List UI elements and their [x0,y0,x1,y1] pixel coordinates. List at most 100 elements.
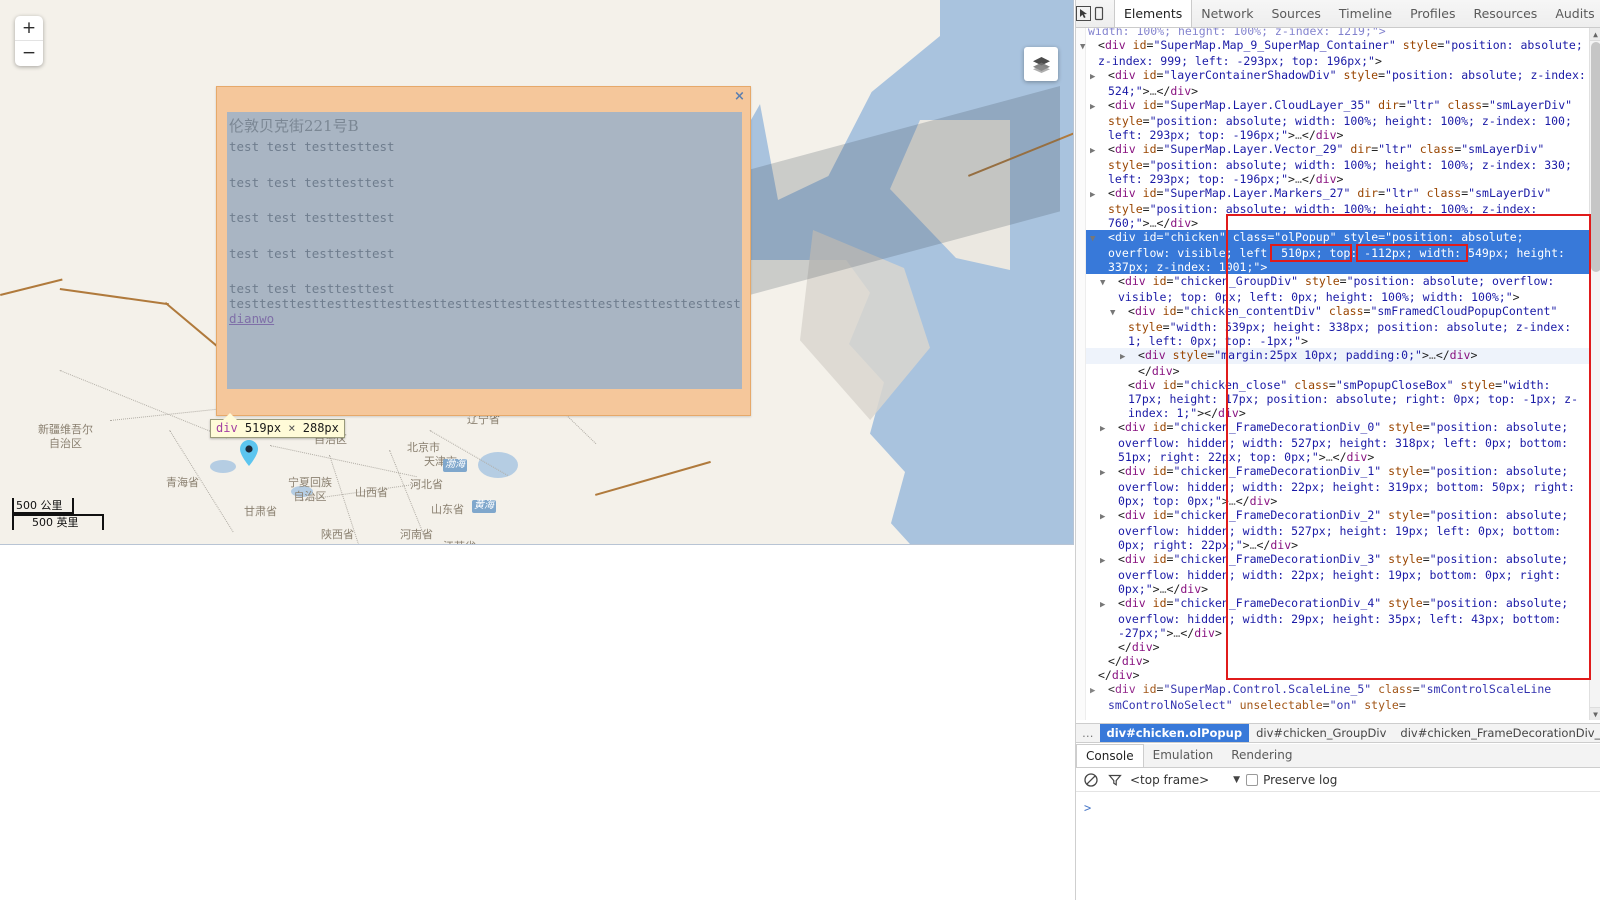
frame-selector-value: <top frame> [1130,772,1210,787]
zoom-in-button[interactable]: + [15,16,43,41]
dom-tree-rows[interactable]: width: 100%; height: 100%; z-index: 1219… [1080,28,1589,712]
inspect-element-icon[interactable] [1076,1,1091,27]
scroll-up-arrow[interactable]: ▲ [1590,28,1600,41]
expand-triangle-closed-icon[interactable]: ▶ [1090,70,1108,84]
devtools-tab-sources[interactable]: Sources [1262,0,1329,27]
drawer-tab-emulation[interactable]: Emulation [1144,744,1223,767]
dom-tree-scrollbar[interactable]: ▲ ▼ [1589,28,1600,720]
filter-icon[interactable] [1106,771,1124,789]
map-popup[interactable]: × 伦敦贝克街221号B test test testtesttest test … [216,86,751,416]
expand-triangle-closed-icon[interactable]: ▶ [1090,144,1108,158]
map-canvas[interactable]: 新疆维吾尔自治区青海省甘肃省宁夏回族自治区陕西省 山西省河南省 河北省山东省江苏省 北… [0,0,1073,544]
dom-token-attr: style [1388,552,1423,566]
dom-token-ellip: … [1149,216,1157,230]
close-icon[interactable]: × [731,88,748,105]
dom-tree-node[interactable]: </div> [1086,668,1589,682]
expand-triangle-closed-icon[interactable]: ▶ [1100,554,1118,568]
console-prompt[interactable]: > [1084,801,1091,815]
breadcrumb-item[interactable]: … [1076,724,1100,742]
dom-token-punc: = [1422,464,1430,478]
dom-token-val: "ltr" [1378,142,1413,156]
devtools-tab-profiles[interactable]: Profiles [1401,0,1464,27]
frame-selector[interactable]: <top frame> ▼ [1130,773,1240,787]
expand-triangle-open-icon[interactable]: ▼ [1090,232,1108,246]
dom-token-punc: </ [1180,626,1195,640]
dom-tree-node[interactable]: ▶ <div id="chicken_FrameDecorationDiv_1" … [1086,464,1589,508]
scrollbar-thumb[interactable] [1591,42,1600,272]
dom-tree-node[interactable]: ▶ <div id="chicken_FrameDecorationDiv_2" … [1086,508,1589,552]
expand-triangle-open-icon[interactable]: ▼ [1080,40,1098,54]
dom-tree-node[interactable]: ▶ <div style="margin:25px 10px; padding:0… [1086,348,1589,364]
expand-triangle-closed-icon[interactable]: ▶ [1100,510,1118,524]
expand-triangle-closed-icon[interactable]: ▶ [1090,100,1108,114]
dom-tree-node[interactable]: ▶ <div id="chicken_FrameDecorationDiv_0" … [1086,420,1589,464]
dom-token-tag: div [1124,596,1146,610]
dom-token-attr: style [1343,68,1379,82]
dom-token-attr: dir [1350,142,1372,156]
breadcrumb-item[interactable]: div#chicken_GroupDiv [1249,724,1393,742]
expand-triangle-open-icon[interactable]: ▼ [1100,276,1118,290]
map-pin-icon[interactable] [240,440,258,466]
dom-token-attr: style [1305,274,1340,288]
dom-token-punc: > [1260,260,1268,274]
dom-tree-node-selected[interactable]: ▼ <div id="chicken" class="olPopup" style… [1086,230,1589,274]
dom-tree-node[interactable]: ▼ <div id="SuperMap.Map_9_SuperMap_Contai… [1080,38,1589,68]
dom-token-val: "SuperMap.Layer.CloudLayer_35" [1163,98,1372,112]
dom-token-val: "chicken_close" [1183,378,1288,392]
dom-tree-node[interactable]: </div> [1086,654,1589,668]
devtools-tab-network[interactable]: Network [1192,0,1262,27]
preserve-log-toggle[interactable]: Preserve log [1246,773,1337,787]
scroll-down-arrow[interactable]: ▼ [1590,707,1600,720]
expand-triangle-closed-icon[interactable]: ▶ [1120,350,1138,364]
devtools-tab-audits[interactable]: Audits [1546,0,1600,27]
devtools-tab-timeline[interactable]: Timeline [1330,0,1401,27]
dom-tree-node[interactable]: </div> [1086,640,1589,654]
drawer-tab-bar[interactable]: Console Emulation Rendering [1076,744,1600,768]
chevron-down-icon: ▼ [1233,774,1241,785]
dom-tree-node[interactable]: ▶ <div id="SuperMap.Control.ScaleLine_5" … [1086,682,1589,712]
map-label: 甘肃省 [244,505,277,518]
dom-tree-node[interactable]: ▶ <div id="layerContainerShadowDiv" style… [1086,68,1589,98]
preserve-log-checkbox[interactable] [1246,773,1259,786]
dom-tree-node[interactable]: ▶ <div id="SuperMap.Layer.CloudLayer_35" … [1086,98,1589,142]
map-viewport[interactable]: 新疆维吾尔自治区青海省甘肃省宁夏回族自治区陕西省 山西省河南省 河北省山东省江苏省 北… [0,0,1074,545]
drawer-tab-console[interactable]: Console [1076,744,1144,767]
dom-tree-node[interactable]: ▼ <div id="chicken_GroupDiv" style="posit… [1086,274,1589,304]
dom-token-ellip: … [1294,128,1302,142]
dom-token-attr: id [1152,508,1167,522]
dom-token-tag: div [1111,668,1133,682]
dom-tree-node[interactable]: ▶ <div id="chicken_FrameDecorationDiv_4" … [1086,596,1589,640]
dom-tree-node[interactable]: </div> [1086,364,1589,378]
drawer-tab-rendering[interactable]: Rendering [1222,744,1301,767]
expand-triangle-closed-icon[interactable]: ▶ [1100,466,1118,480]
clear-console-icon[interactable] [1082,771,1100,789]
dom-tree-node[interactable]: ▼ <div id="chicken_contentDiv" class="smF… [1086,304,1589,348]
dom-token-punc: </ [1156,216,1171,230]
dom-tree-node[interactable]: ▶ <div id="SuperMap.Layer.Markers_27" dir… [1086,186,1589,230]
dom-tree-node[interactable]: ▶ <div id="chicken_FrameDecorationDiv_3" … [1086,552,1589,596]
dom-tree-node[interactable]: <div id="chicken_close" class="smPopupCl… [1086,378,1589,420]
device-toolbar-icon[interactable] [1091,1,1106,27]
zoom-out-button[interactable]: − [15,41,43,66]
expand-triangle-closed-icon[interactable]: ▶ [1090,684,1108,698]
expand-triangle-open-icon[interactable]: ▼ [1110,306,1128,320]
map-popup-line: test test testtesttest [229,174,395,190]
dom-tree-panel[interactable]: width: 100%; height: 100%; z-index: 1219… [1076,28,1600,720]
dom-tree-node[interactable]: ▶ <div id="SuperMap.Layer.Vector_29" dir=… [1086,142,1589,186]
expand-triangle-closed-icon[interactable]: ▶ [1100,598,1118,612]
devtools-tab-resources[interactable]: Resources [1464,0,1546,27]
dom-token-attr: id [1162,304,1177,318]
map-popup-link[interactable]: dianwo [227,311,274,326]
breadcrumb-item[interactable]: div#chicken_FrameDecorationDiv_0 [1393,724,1600,742]
dom-token-sp [1337,230,1344,244]
expand-triangle-closed-icon[interactable]: ▶ [1090,188,1108,202]
devtools-tab-bar[interactable]: Elements Network Sources Timeline Profiles Re… [1114,0,1600,27]
devtools-tab-elements[interactable]: Elements [1114,0,1193,27]
zoom-control[interactable]: + − [15,16,43,66]
breadcrumb[interactable]: … div#chicken.olPopup div#chicken_GroupDiv… [1076,723,1600,743]
console-output[interactable]: > [1076,792,1600,900]
layers-icon[interactable] [1024,47,1058,81]
expand-triangle-closed-icon[interactable]: ▶ [1100,422,1118,436]
breadcrumb-item[interactable]: div#chicken.olPopup [1099,724,1250,742]
dom-tree-node[interactable]: width: 100%; height: 100%; z-index: 1219… [1086,28,1589,38]
